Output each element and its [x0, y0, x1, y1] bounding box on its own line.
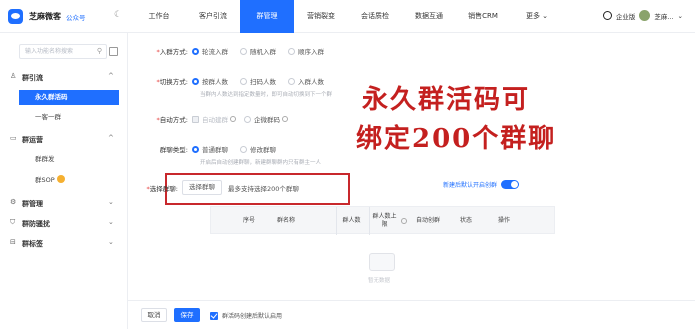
join-mode-row: *入群方式: 轮流入群 随机入群 顺序入群: [128, 46, 336, 56]
col-index: 序号: [242, 217, 255, 224]
radio-by-join-count[interactable]: 入群人数: [288, 76, 324, 86]
radio-wecom-code[interactable]: 企微群码: [244, 114, 288, 124]
tag-icon: ⊟: [10, 238, 16, 246]
sidebar-group-anti-harassment[interactable]: ⛉ 群防骚扰 ⌄: [0, 215, 128, 232]
sidebar-group-label: 群防骚扰: [22, 220, 50, 228]
radio-random[interactable]: 随机入群: [240, 46, 276, 56]
top-bar: 芝麻微客 公众号 ☾ 工作台 客户引流 群管理 营销裂变 会话质检 数据互通 销…: [0, 0, 695, 33]
sidebar-group-label: 群管理: [22, 200, 43, 208]
brand-sub-link[interactable]: 公众号: [66, 12, 86, 22]
sidebar-item-label: 群SOP: [35, 176, 55, 184]
chevron-down-icon: ⌄: [108, 218, 114, 226]
sidebar-item-group-broadcast[interactable]: 群群发: [19, 152, 119, 167]
table-empty-text: 暂无数据: [368, 278, 391, 284]
form-footer: 取消 保存 群活码创建后默认启用: [128, 300, 695, 329]
col-actions: 操作: [497, 217, 510, 224]
annotation-line-2: 绑定200个群聊: [356, 124, 557, 154]
col-auto-create: 自动创群: [415, 217, 440, 224]
chevron-down-icon: ⌄: [108, 238, 114, 246]
auto-mode-label: *自动方式:: [156, 116, 188, 124]
switch-mode-row: *切换方式: 按群人数 扫码人数 入群人数: [128, 76, 336, 86]
chevron-down-icon: ⌄: [108, 198, 114, 206]
info-icon: [230, 116, 236, 122]
people-icon: ♙: [10, 72, 17, 80]
radio-by-group-count[interactable]: 按群人数: [192, 76, 228, 86]
join-mode-label: *入群方式:: [156, 48, 188, 56]
col-status: 状态: [459, 217, 472, 224]
sidebar-group-label: 群标签: [22, 240, 43, 248]
cancel-button[interactable]: 取消: [141, 308, 167, 322]
nav-more[interactable]: 更多 ⌄: [510, 0, 564, 33]
chevron-up-icon: ^: [108, 134, 114, 142]
nav-sales-crm[interactable]: 销售CRM: [456, 0, 510, 33]
col-member-limit: 群人数上限: [369, 207, 407, 235]
collapse-sidebar-icon[interactable]: [109, 47, 118, 56]
radio-by-scan-count[interactable]: 扫码人数: [240, 76, 276, 86]
switch-mode-label: *切换方式:: [156, 78, 188, 86]
empty-inbox-icon: [369, 253, 395, 271]
emoji-icon: [56, 175, 65, 183]
radio-normal-group[interactable]: 普通群聊: [192, 144, 228, 154]
theme-icon[interactable]: ☾: [114, 10, 122, 20]
info-icon: [282, 116, 288, 122]
auto-mode-row: *自动方式: 自动建群 企微群码: [128, 114, 300, 124]
col-group-name: 群名称: [276, 217, 295, 224]
nav-customer-acquisition[interactable]: 客户引流: [186, 0, 240, 33]
nav-session-qc[interactable]: 会话质检: [348, 0, 402, 33]
top-nav: 工作台 客户引流 群管理 营销裂变 会话质检 数据互通 销售CRM 更多 ⌄: [132, 0, 564, 33]
radio-modify-group[interactable]: 修改群聊: [240, 144, 276, 154]
sidebar-group-operation[interactable]: ▭ 群运营 ^: [0, 131, 128, 148]
sidebar-group-tags[interactable]: ⊟ 群标签 ⌄: [0, 235, 128, 252]
nav-workbench[interactable]: 工作台: [132, 0, 186, 33]
sidebar-group-label: 群运营: [22, 136, 43, 144]
sidebar: 输入功能名称搜索 ⚲ ♙ 群引流 ^ 永久群活码 一客一群 ▭ 群运营 ^ 群群…: [0, 33, 128, 329]
radio-round-robin[interactable]: 轮流入群: [192, 46, 228, 56]
sidebar-group-acquisition[interactable]: ♙ 群引流 ^: [0, 69, 128, 86]
group-type-label: 群聊类型:: [159, 146, 188, 154]
switch-mode-hint: 当群内人数达到指定数量时，即可自动切换到下一个群: [200, 92, 333, 98]
chevron-down-icon[interactable]: ⌄: [678, 12, 683, 20]
checkbox-checked-icon: [210, 311, 218, 320]
nav-marketing[interactable]: 营销裂变: [294, 0, 348, 33]
brand-name: 芝麻微客: [29, 12, 61, 21]
default-enable-label: 群活码创建后默认启用: [222, 313, 283, 320]
info-icon: [401, 218, 407, 224]
default-create-toggle[interactable]: [501, 180, 520, 189]
select-group-label: *选择群聊:: [146, 184, 178, 193]
nav-group-management[interactable]: 群管理: [240, 0, 294, 33]
col-member-count: 群人数: [336, 207, 366, 235]
search-placeholder: 输入功能名称搜索: [25, 48, 74, 55]
select-group-hint: 最多支持选择200个群聊: [228, 184, 299, 193]
select-group-button[interactable]: 选择群聊: [182, 180, 222, 195]
group-type-row: 群聊类型: 普通群聊 修改群聊: [128, 144, 288, 154]
chat-icon: ▭: [10, 134, 17, 142]
status-text: 企业版: [615, 12, 636, 21]
nav-data-sync[interactable]: 数据互通: [402, 0, 456, 33]
notification-icon[interactable]: [602, 11, 612, 20]
shield-icon: ⛉: [10, 218, 16, 226]
sidebar-item-group-sop[interactable]: 群SOP: [19, 173, 119, 188]
annotation-line-1: 永久群活码可: [362, 85, 531, 115]
default-create-toggle-row: 新建后默认开启创群: [443, 180, 520, 189]
chevron-up-icon: ^: [108, 72, 114, 80]
sidebar-item-one-customer-one-group[interactable]: 一客一群: [19, 110, 119, 125]
brand-logo-icon[interactable]: [8, 9, 23, 24]
sidebar-group-management[interactable]: ⚙ 群管理 ⌄: [0, 195, 128, 212]
group-type-hint: 开启后自动创建群聊，新建群聊群内只有群主一人: [200, 160, 322, 166]
default-enable-checkbox[interactable]: 群活码创建后默认启用: [210, 311, 282, 320]
sidebar-search-input[interactable]: 输入功能名称搜索 ⚲: [19, 44, 107, 59]
select-group-row: *选择群聊: 选择群聊 最多支持选择200个群聊: [118, 180, 299, 195]
table-header: 序号 群名称 群人数 群人数上限 自动创群 状态 操作: [210, 206, 555, 235]
sidebar-group-label: 群引流: [22, 74, 43, 82]
sidebar-item-permanent-qrcode[interactable]: 永久群活码: [19, 90, 119, 105]
save-button[interactable]: 保存: [174, 308, 200, 322]
gear-icon: ⚙: [10, 198, 17, 206]
search-icon[interactable]: ⚲: [97, 45, 102, 58]
checkbox-auto-create[interactable]: 自动建群: [192, 114, 236, 124]
user-name[interactable]: 芝麻...: [654, 11, 673, 21]
user-area[interactable]: 企业版 芝麻... ⌄: [602, 10, 683, 21]
toggle-label: 新建后默认开启创群: [443, 182, 498, 189]
radio-sequential[interactable]: 顺序入群: [288, 46, 324, 56]
avatar[interactable]: [639, 10, 651, 21]
